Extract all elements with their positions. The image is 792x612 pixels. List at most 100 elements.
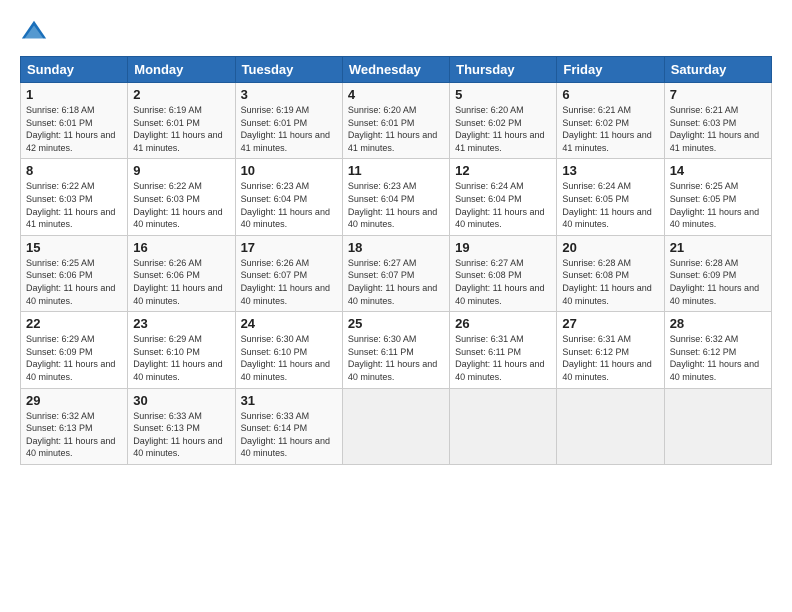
page: SundayMondayTuesdayWednesdayThursdayFrid… xyxy=(0,0,792,612)
day-info: Sunrise: 6:31 AMSunset: 6:11 PMDaylight:… xyxy=(455,333,551,383)
day-info: Sunrise: 6:28 AMSunset: 6:09 PMDaylight:… xyxy=(670,257,766,307)
day-header-thursday: Thursday xyxy=(450,57,557,83)
calendar-cell: 22Sunrise: 6:29 AMSunset: 6:09 PMDayligh… xyxy=(21,312,128,388)
day-info: Sunrise: 6:19 AMSunset: 6:01 PMDaylight:… xyxy=(133,104,229,154)
day-number: 19 xyxy=(455,240,551,255)
calendar-cell xyxy=(664,388,771,464)
day-header-tuesday: Tuesday xyxy=(235,57,342,83)
day-info: Sunrise: 6:25 AMSunset: 6:05 PMDaylight:… xyxy=(670,180,766,230)
day-info: Sunrise: 6:27 AMSunset: 6:07 PMDaylight:… xyxy=(348,257,444,307)
day-number: 31 xyxy=(241,393,337,408)
day-info: Sunrise: 6:26 AMSunset: 6:06 PMDaylight:… xyxy=(133,257,229,307)
calendar-cell: 3Sunrise: 6:19 AMSunset: 6:01 PMDaylight… xyxy=(235,83,342,159)
day-info: Sunrise: 6:19 AMSunset: 6:01 PMDaylight:… xyxy=(241,104,337,154)
calendar-cell: 2 Sunrise: 6:19 AMSunset: 6:01 PMDaylight… xyxy=(128,83,235,159)
calendar-cell: 27Sunrise: 6:31 AMSunset: 6:12 PMDayligh… xyxy=(557,312,664,388)
day-number: 12 xyxy=(455,163,551,178)
calendar-cell: 31 Sunrise: 6:33 AMSunset: 6:14 PMDayligh… xyxy=(235,388,342,464)
calendar-cell: 23Sunrise: 6:29 AMSunset: 6:10 PMDayligh… xyxy=(128,312,235,388)
day-info: Sunrise: 6:27 AMSunset: 6:08 PMDaylight:… xyxy=(455,257,551,307)
day-number: 24 xyxy=(241,316,337,331)
header xyxy=(20,18,772,46)
day-number: 9 xyxy=(133,163,229,178)
logo xyxy=(20,18,52,46)
calendar-cell: 4 Sunrise: 6:20 AMSunset: 6:01 PMDaylight… xyxy=(342,83,449,159)
calendar-cell: 29 Sunrise: 6:32 AMSunset: 6:13 PMDayligh… xyxy=(21,388,128,464)
calendar-header-row: SundayMondayTuesdayWednesdayThursdayFrid… xyxy=(21,57,772,83)
day-number: 17 xyxy=(241,240,337,255)
calendar-cell: 13 Sunrise: 6:24 AMSunset: 6:05 PMDayligh… xyxy=(557,159,664,235)
calendar-cell: 11 Sunrise: 6:23 AMSunset: 6:04 PMDayligh… xyxy=(342,159,449,235)
day-info: Sunrise: 6:23 AMSunset: 6:04 PMDaylight:… xyxy=(241,180,337,230)
logo-icon xyxy=(20,18,48,46)
day-number: 30 xyxy=(133,393,229,408)
calendar-cell: 6 Sunrise: 6:21 AMSunset: 6:02 PMDaylight… xyxy=(557,83,664,159)
day-header-friday: Friday xyxy=(557,57,664,83)
day-info: Sunrise: 6:22 AMSunset: 6:03 PMDaylight:… xyxy=(26,180,122,230)
calendar-cell: 15Sunrise: 6:25 AMSunset: 6:06 PMDayligh… xyxy=(21,235,128,311)
day-number: 6 xyxy=(562,87,658,102)
day-number: 13 xyxy=(562,163,658,178)
calendar-cell xyxy=(342,388,449,464)
day-info: Sunrise: 6:24 AMSunset: 6:04 PMDaylight:… xyxy=(455,180,551,230)
day-number: 10 xyxy=(241,163,337,178)
day-number: 16 xyxy=(133,240,229,255)
day-number: 5 xyxy=(455,87,551,102)
day-number: 23 xyxy=(133,316,229,331)
calendar-cell: 26 Sunrise: 6:31 AMSunset: 6:11 PMDayligh… xyxy=(450,312,557,388)
day-info: Sunrise: 6:32 AMSunset: 6:12 PMDaylight:… xyxy=(670,333,766,383)
calendar-table: SundayMondayTuesdayWednesdayThursdayFrid… xyxy=(20,56,772,465)
calendar-cell xyxy=(450,388,557,464)
day-number: 25 xyxy=(348,316,444,331)
day-info: Sunrise: 6:32 AMSunset: 6:13 PMDaylight:… xyxy=(26,410,122,460)
calendar-cell: 18 Sunrise: 6:27 AMSunset: 6:07 PMDayligh… xyxy=(342,235,449,311)
calendar-cell: 30 Sunrise: 6:33 AMSunset: 6:13 PMDayligh… xyxy=(128,388,235,464)
calendar-cell: 14 Sunrise: 6:25 AMSunset: 6:05 PMDayligh… xyxy=(664,159,771,235)
day-info: Sunrise: 6:20 AMSunset: 6:01 PMDaylight:… xyxy=(348,104,444,154)
calendar-cell xyxy=(557,388,664,464)
calendar-cell: 5 Sunrise: 6:20 AMSunset: 6:02 PMDaylight… xyxy=(450,83,557,159)
day-info: Sunrise: 6:18 AMSunset: 6:01 PMDaylight:… xyxy=(26,104,122,154)
week-row-1: 1Sunrise: 6:18 AMSunset: 6:01 PMDaylight… xyxy=(21,83,772,159)
day-info: Sunrise: 6:26 AMSunset: 6:07 PMDaylight:… xyxy=(241,257,337,307)
calendar-cell: 10 Sunrise: 6:23 AMSunset: 6:04 PMDayligh… xyxy=(235,159,342,235)
calendar-cell: 8Sunrise: 6:22 AMSunset: 6:03 PMDaylight… xyxy=(21,159,128,235)
calendar-cell: 9 Sunrise: 6:22 AMSunset: 6:03 PMDaylight… xyxy=(128,159,235,235)
day-number: 18 xyxy=(348,240,444,255)
day-number: 28 xyxy=(670,316,766,331)
day-number: 20 xyxy=(562,240,658,255)
day-header-saturday: Saturday xyxy=(664,57,771,83)
day-info: Sunrise: 6:21 AMSunset: 6:02 PMDaylight:… xyxy=(562,104,658,154)
week-row-4: 22Sunrise: 6:29 AMSunset: 6:09 PMDayligh… xyxy=(21,312,772,388)
day-info: Sunrise: 6:29 AMSunset: 6:09 PMDaylight:… xyxy=(26,333,122,383)
day-number: 4 xyxy=(348,87,444,102)
day-info: Sunrise: 6:23 AMSunset: 6:04 PMDaylight:… xyxy=(348,180,444,230)
calendar-cell: 21Sunrise: 6:28 AMSunset: 6:09 PMDayligh… xyxy=(664,235,771,311)
day-info: Sunrise: 6:22 AMSunset: 6:03 PMDaylight:… xyxy=(133,180,229,230)
calendar-cell: 28 Sunrise: 6:32 AMSunset: 6:12 PMDayligh… xyxy=(664,312,771,388)
calendar-cell: 19 Sunrise: 6:27 AMSunset: 6:08 PMDayligh… xyxy=(450,235,557,311)
day-number: 11 xyxy=(348,163,444,178)
day-number: 26 xyxy=(455,316,551,331)
calendar-cell: 20Sunrise: 6:28 AMSunset: 6:08 PMDayligh… xyxy=(557,235,664,311)
week-row-2: 8Sunrise: 6:22 AMSunset: 6:03 PMDaylight… xyxy=(21,159,772,235)
day-header-sunday: Sunday xyxy=(21,57,128,83)
week-row-3: 15Sunrise: 6:25 AMSunset: 6:06 PMDayligh… xyxy=(21,235,772,311)
day-info: Sunrise: 6:30 AMSunset: 6:11 PMDaylight:… xyxy=(348,333,444,383)
day-number: 14 xyxy=(670,163,766,178)
day-info: Sunrise: 6:30 AMSunset: 6:10 PMDaylight:… xyxy=(241,333,337,383)
calendar-cell: 24 Sunrise: 6:30 AMSunset: 6:10 PMDayligh… xyxy=(235,312,342,388)
day-info: Sunrise: 6:33 AMSunset: 6:13 PMDaylight:… xyxy=(133,410,229,460)
day-info: Sunrise: 6:24 AMSunset: 6:05 PMDaylight:… xyxy=(562,180,658,230)
week-row-5: 29 Sunrise: 6:32 AMSunset: 6:13 PMDayligh… xyxy=(21,388,772,464)
day-header-wednesday: Wednesday xyxy=(342,57,449,83)
day-number: 27 xyxy=(562,316,658,331)
day-info: Sunrise: 6:20 AMSunset: 6:02 PMDaylight:… xyxy=(455,104,551,154)
day-number: 7 xyxy=(670,87,766,102)
day-info: Sunrise: 6:21 AMSunset: 6:03 PMDaylight:… xyxy=(670,104,766,154)
day-info: Sunrise: 6:33 AMSunset: 6:14 PMDaylight:… xyxy=(241,410,337,460)
day-number: 2 xyxy=(133,87,229,102)
day-header-monday: Monday xyxy=(128,57,235,83)
day-number: 29 xyxy=(26,393,122,408)
calendar-cell: 1Sunrise: 6:18 AMSunset: 6:01 PMDaylight… xyxy=(21,83,128,159)
